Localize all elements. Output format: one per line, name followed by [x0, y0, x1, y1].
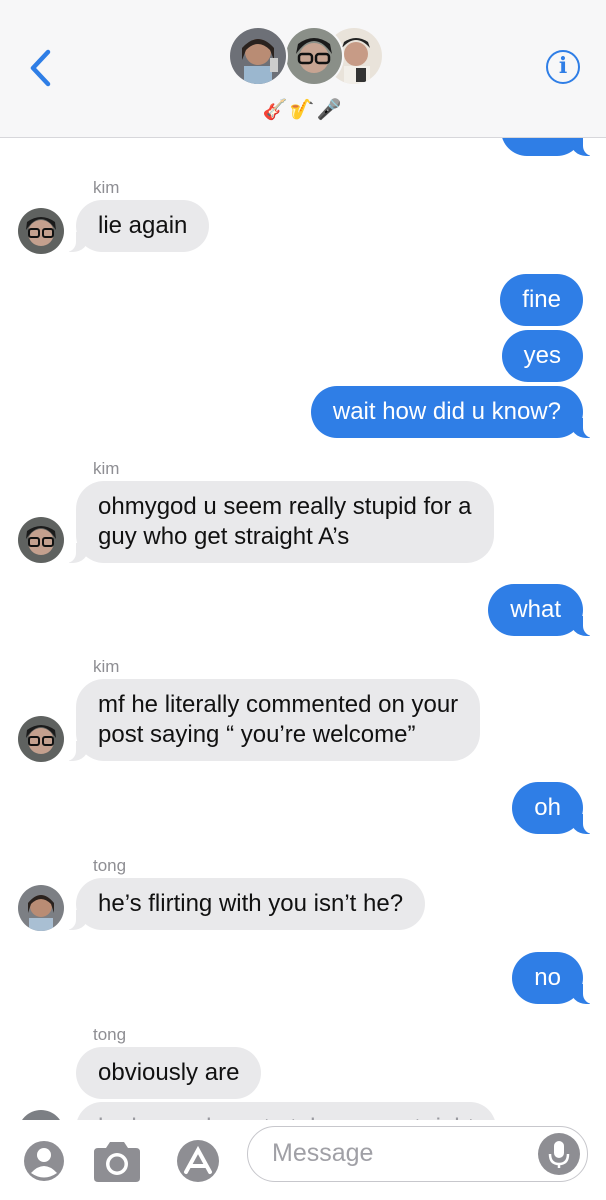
microphone-icon: [548, 1141, 570, 1168]
chevron-left-icon: [30, 49, 51, 87]
camera-icon: [94, 1142, 140, 1182]
group-name-emojis: 🎸🎷🎤: [262, 99, 344, 121]
sender-name: kim: [93, 459, 120, 478]
info-button[interactable]: i: [546, 50, 580, 84]
sender-name: tong: [93, 1025, 127, 1044]
avatar-kim[interactable]: [18, 716, 64, 762]
avatar-tong[interactable]: [18, 885, 64, 931]
message-bubble-outgoing[interactable]: no: [512, 952, 593, 1004]
avatar-kim[interactable]: [18, 208, 64, 254]
message-bubble-outgoing[interactable]: yes: [501, 330, 583, 382]
message-bubble-outgoing[interactable]: oh: [512, 782, 593, 834]
sender-name: kim: [93, 657, 120, 676]
sender-name: tong: [93, 856, 127, 875]
app-store-icon: [177, 1140, 219, 1182]
conversation-header: 🎸🎷🎤 i: [0, 0, 606, 138]
group-avatar-1[interactable]: [228, 26, 288, 86]
message-bubble-incoming[interactable]: he’s flirting with you isn’t he?: [65, 878, 426, 930]
message-bubble-incoming[interactable]: mf he literally commented on your post s…: [65, 679, 481, 761]
app-store-button[interactable]: [172, 1138, 224, 1184]
camera-button[interactable]: [90, 1138, 142, 1184]
message-bubble-incoming[interactable]: lie again: [65, 200, 210, 252]
message-bubble-outgoing[interactable]: fine: [500, 274, 583, 326]
message-bubble-incoming[interactable]: obviously are: [76, 1047, 262, 1099]
avatar-tong[interactable]: [18, 1110, 64, 1120]
message-bubble-outgoing[interactable]: wait how did u know?: [310, 386, 594, 438]
contact-button[interactable]: [18, 1138, 70, 1184]
message-input[interactable]: Message: [247, 1126, 588, 1182]
microphone-button[interactable]: [538, 1133, 580, 1175]
message-thread[interactable]: ... kim lie again fine yes wait how did …: [0, 138, 606, 1120]
message-bubble-outgoing[interactable]: what: [488, 584, 593, 636]
back-button[interactable]: [22, 46, 62, 90]
message-bubble-incoming[interactable]: he begged you to take you out right: [76, 1102, 497, 1120]
sender-name: kim: [93, 178, 120, 197]
group-avatar-2[interactable]: [284, 26, 344, 86]
message-bubble-outgoing[interactable]: ...: [501, 138, 593, 156]
avatar-kim[interactable]: [18, 517, 64, 563]
message-placeholder: Message: [272, 1139, 374, 1167]
info-icon: i: [558, 53, 568, 79]
message-bubble-incoming[interactable]: ohmygod u seem really stupid for a guy w…: [66, 481, 494, 563]
contact-icon: [24, 1141, 64, 1181]
